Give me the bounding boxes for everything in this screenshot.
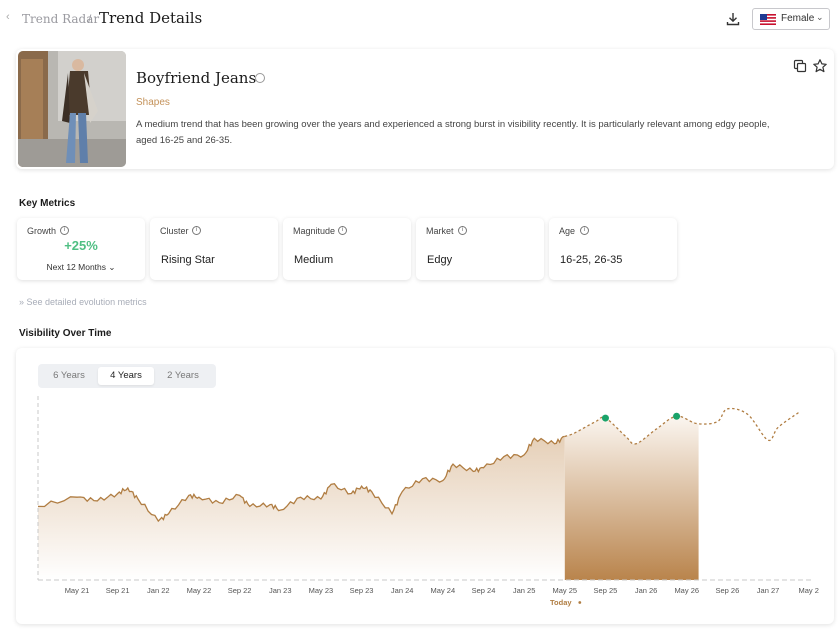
growth-period-label: Next 12 Months <box>46 262 107 272</box>
trend-name: Boyfriend Jeans <box>136 69 257 87</box>
x-tick-label: Jan 27 <box>757 586 780 595</box>
x-tick-label: May 23 <box>309 586 334 595</box>
page-title: Trend Details <box>99 9 203 27</box>
forecast-marker <box>673 412 681 420</box>
top-bar: ‹ Trend Radar / Trend Details Female ⌄ <box>0 0 840 40</box>
see-evolution-metrics-label: See detailed evolution metrics <box>26 297 147 307</box>
download-icon[interactable] <box>725 11 741 27</box>
x-tick-label: May 21 <box>65 586 90 595</box>
historical-area <box>38 436 565 580</box>
gender-select-value: Female <box>781 13 815 24</box>
metric-value: Medium <box>294 254 334 266</box>
tab-4-years[interactable]: 4 Years <box>98 367 154 385</box>
visibility-chart: May 21 Sep 21 Jan 22 May 22 Sep 22 Jan 23 May … <box>37 396 819 607</box>
x-tick-label: May 24 <box>431 586 456 595</box>
chevron-down-icon: ⌄ <box>816 12 824 22</box>
see-evolution-metrics-link[interactable]: » See detailed evolution metrics <box>19 297 147 307</box>
trend-description: A medium trend that has been growing ove… <box>136 119 770 146</box>
today-dot <box>578 601 582 604</box>
key-metrics-title: Key Metrics <box>19 198 76 209</box>
metric-card-growth: Growth i +25% Next 12 Months ⌄ <box>17 218 145 280</box>
star-icon[interactable] <box>812 58 828 74</box>
info-icon[interactable]: i <box>60 226 69 235</box>
metric-card-age: Age i 16-25, 26-35 <box>549 218 677 280</box>
x-tick-label: Sep 21 <box>106 586 130 595</box>
growth-value: +25% <box>64 238 98 253</box>
metric-label: Cluster <box>160 226 189 236</box>
metric-label: Age <box>559 226 576 236</box>
trend-category: Shapes <box>136 97 170 108</box>
x-tick-label: Sep 22 <box>228 586 252 595</box>
x-tick-label: May 2 <box>798 586 818 595</box>
info-icon[interactable]: i <box>580 226 589 235</box>
copy-icon[interactable] <box>793 59 807 73</box>
trend-image <box>18 51 126 167</box>
info-icon[interactable]: i <box>192 226 201 235</box>
us-flag-icon <box>760 14 776 25</box>
x-tick-label: May 26 <box>674 586 699 595</box>
tab-2-years[interactable]: 2 Years <box>155 367 211 385</box>
x-tick-label: Jan 24 <box>391 586 414 595</box>
chevron-left-icon[interactable]: ‹ <box>6 11 10 23</box>
time-range-tabs: 6 Years 4 Years 2 Years <box>38 364 216 388</box>
info-icon[interactable]: i <box>458 226 467 235</box>
gender-select[interactable]: Female ⌄ <box>752 8 830 30</box>
x-tick-label: Jan 23 <box>269 586 292 595</box>
today-label: Today <box>550 598 572 607</box>
x-tick-label: May 25 <box>552 586 577 595</box>
x-tick-label: Jan 22 <box>147 586 170 595</box>
metric-label: Magnitude <box>293 226 336 236</box>
metric-value: Edgy <box>427 254 453 266</box>
metric-card-magnitude: Magnitude i Medium <box>283 218 411 280</box>
info-icon[interactable]: i <box>338 226 347 235</box>
forecast-marker <box>601 414 609 422</box>
visibility-chart-card: May 21 Sep 21 Jan 22 May 22 Sep 22 Jan 23 May … <box>16 348 834 624</box>
tab-6-years[interactable]: 6 Years <box>41 367 97 385</box>
double-chevron-down-icon: » <box>19 297 25 307</box>
metric-value: 16-25, 26-35 <box>560 254 623 266</box>
x-tick-label: Sep 23 <box>350 586 374 595</box>
info-icon[interactable] <box>255 73 265 83</box>
metric-label: Growth <box>27 226 57 236</box>
x-tick-label: Sep 26 <box>716 586 740 595</box>
metric-value: Rising Star <box>161 254 215 266</box>
x-tick-label: Jan 25 <box>513 586 536 595</box>
x-tick-label: May 22 <box>187 586 212 595</box>
metric-card-cluster: Cluster i Rising Star <box>150 218 278 280</box>
x-tick-label: Jan 26 <box>635 586 658 595</box>
trend-card: Boyfriend Jeans Shapes A medium trend th… <box>16 49 834 169</box>
growth-period-select[interactable]: Next 12 Months ⌄ <box>17 262 145 273</box>
chevron-down-icon: ⌄ <box>108 262 116 272</box>
visibility-title: Visibility Over Time <box>19 328 112 339</box>
metric-card-market: Market i Edgy <box>416 218 544 280</box>
x-tick-label: Sep 25 <box>594 586 618 595</box>
metric-label: Market <box>426 226 454 236</box>
x-tick-label: Sep 24 <box>472 586 496 595</box>
breadcrumb-separator: / <box>88 12 92 26</box>
forecast-band <box>564 416 700 580</box>
